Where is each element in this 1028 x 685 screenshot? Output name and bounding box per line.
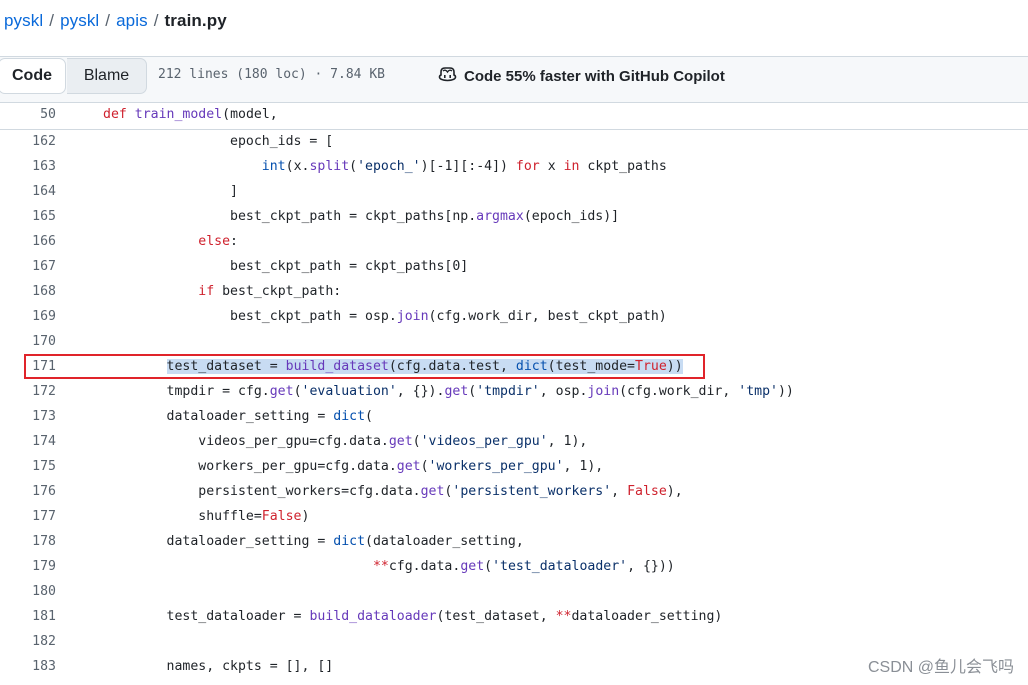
- line-text: shuffle=False): [103, 509, 310, 524]
- copilot-promo-link[interactable]: Code 55% faster with GitHub Copilot: [438, 66, 725, 86]
- code-line: 182: [0, 629, 1028, 654]
- code-line: 170: [0, 329, 1028, 354]
- line-number[interactable]: 169: [0, 304, 56, 329]
- code-line: 176 persistent_workers=cfg.data.get('per…: [0, 479, 1028, 504]
- code-line: 172 tmpdir = cfg.get('evaluation', {}).g…: [0, 379, 1028, 404]
- breadcrumb: pyskl / pyskl / apis / train.py: [4, 8, 227, 34]
- code-line: 180: [0, 579, 1028, 604]
- breadcrumb-separator: /: [49, 11, 55, 30]
- line-text: persistent_workers=cfg.data.get('persist…: [103, 484, 683, 499]
- line-number[interactable]: 162: [0, 130, 56, 154]
- code-line: 173 dataloader_setting = dict(: [0, 404, 1028, 429]
- code-line: 181 test_dataloader = build_dataloader(t…: [0, 604, 1028, 629]
- line-text: else:: [198, 234, 238, 249]
- annotation-highlight-box: [24, 354, 705, 379]
- code-line: 162 epoch_ids = [: [0, 130, 1028, 154]
- line-number[interactable]: 179: [0, 554, 56, 579]
- copilot-promo-text: Code 55% faster with GitHub Copilot: [464, 67, 725, 85]
- copilot-icon: [438, 66, 464, 86]
- breadcrumb-link-repo[interactable]: pyskl: [4, 11, 43, 31]
- breadcrumb-link-folder[interactable]: pyskl: [60, 11, 99, 31]
- line-number[interactable]: 170: [0, 329, 56, 354]
- line-number[interactable]: 173: [0, 404, 56, 429]
- line-text: workers_per_gpu=cfg.data.get('workers_pe…: [103, 459, 604, 474]
- line-number[interactable]: 184: [0, 679, 56, 685]
- line-text: tmpdir = cfg.get('evaluation', {}).get('…: [103, 384, 794, 399]
- line-number[interactable]: 182: [0, 629, 56, 654]
- breadcrumb-current-file: train.py: [164, 11, 227, 30]
- file-toolbar: Code Blame 212 lines (180 loc) · 7.84 KB…: [0, 56, 1028, 103]
- watermark: CSDN @鱼儿会飞吗: [867, 659, 1014, 676]
- sticky-line-text: def train_model(model,: [103, 107, 278, 122]
- code-line: 178 dataloader_setting = dict(dataloader…: [0, 529, 1028, 554]
- line-text: if best_ckpt_path:: [198, 284, 342, 299]
- sticky-line-number: 50: [40, 107, 56, 122]
- line-text: videos_per_gpu=cfg.data.get('videos_per_…: [103, 434, 588, 449]
- code-line: 163 int(x.split('epoch_')[-1][:-4]) for …: [0, 154, 1028, 179]
- code-line: 184: [0, 679, 1028, 685]
- line-number[interactable]: 163: [0, 154, 56, 179]
- code-line: 179 **cfg.data.get('test_dataloader', {}…: [0, 554, 1028, 579]
- line-number[interactable]: 168: [0, 279, 56, 304]
- line-number[interactable]: 165: [0, 204, 56, 229]
- file-info: 212 lines (180 loc) · 7.84 KB: [158, 67, 385, 82]
- code-line: 166 else:: [0, 229, 1028, 254]
- breadcrumb-separator: /: [105, 11, 111, 30]
- line-number[interactable]: 175: [0, 454, 56, 479]
- code-line: 175 workers_per_gpu=cfg.data.get('worker…: [0, 454, 1028, 479]
- line-number[interactable]: 180: [0, 579, 56, 604]
- line-number[interactable]: 181: [0, 604, 56, 629]
- code-line: 169 best_ckpt_path = osp.join(cfg.work_d…: [0, 304, 1028, 329]
- breadcrumb-separator: /: [153, 11, 159, 30]
- code-line: 177 shuffle=False): [0, 504, 1028, 529]
- line-text: epoch_ids = [: [103, 134, 334, 149]
- line-number[interactable]: 183: [0, 654, 56, 679]
- line-text: best_ckpt_path = osp.join(cfg.work_dir, …: [103, 309, 667, 324]
- line-number[interactable]: 167: [0, 254, 56, 279]
- line-text: ]: [103, 184, 238, 199]
- line-number[interactable]: 172: [0, 379, 56, 404]
- line-text: dataloader_setting = dict(dataloader_set…: [103, 534, 524, 549]
- line-text: test_dataloader = build_dataloader(test_…: [103, 609, 723, 624]
- blame-tab-button[interactable]: Blame: [67, 58, 147, 94]
- code-line: 167 best_ckpt_path = ckpt_paths[0]: [0, 254, 1028, 279]
- code-tab-button[interactable]: Code: [0, 58, 66, 94]
- line-number[interactable]: 177: [0, 504, 56, 529]
- line-number[interactable]: 178: [0, 529, 56, 554]
- line-text: best_ckpt_path = ckpt_paths[np.argmax(ep…: [103, 209, 620, 224]
- line-number[interactable]: 176: [0, 479, 56, 504]
- sticky-scope-header[interactable]: 50 def train_model(model,: [0, 103, 1028, 130]
- code-view[interactable]: 162 epoch_ids = [163 int(x.split('epoch_…: [0, 130, 1028, 685]
- line-text: names, ckpts = [], []: [103, 659, 334, 674]
- line-number[interactable]: 164: [0, 179, 56, 204]
- code-line: 165 best_ckpt_path = ckpt_paths[np.argma…: [0, 204, 1028, 229]
- line-number[interactable]: 174: [0, 429, 56, 454]
- line-text: **cfg.data.get('test_dataloader', {})): [372, 559, 675, 574]
- breadcrumb-link-apis[interactable]: apis: [116, 11, 148, 31]
- line-text: dataloader_setting = dict(: [103, 409, 373, 424]
- line-number[interactable]: 166: [0, 229, 56, 254]
- code-line: 174 videos_per_gpu=cfg.data.get('videos_…: [0, 429, 1028, 454]
- line-text: int(x.split('epoch_')[-1][:-4]) for x in…: [261, 159, 667, 174]
- line-text: best_ckpt_path = ckpt_paths[0]: [103, 259, 469, 274]
- code-line: 164 ]: [0, 179, 1028, 204]
- code-line: 168 if best_ckpt_path:: [0, 279, 1028, 304]
